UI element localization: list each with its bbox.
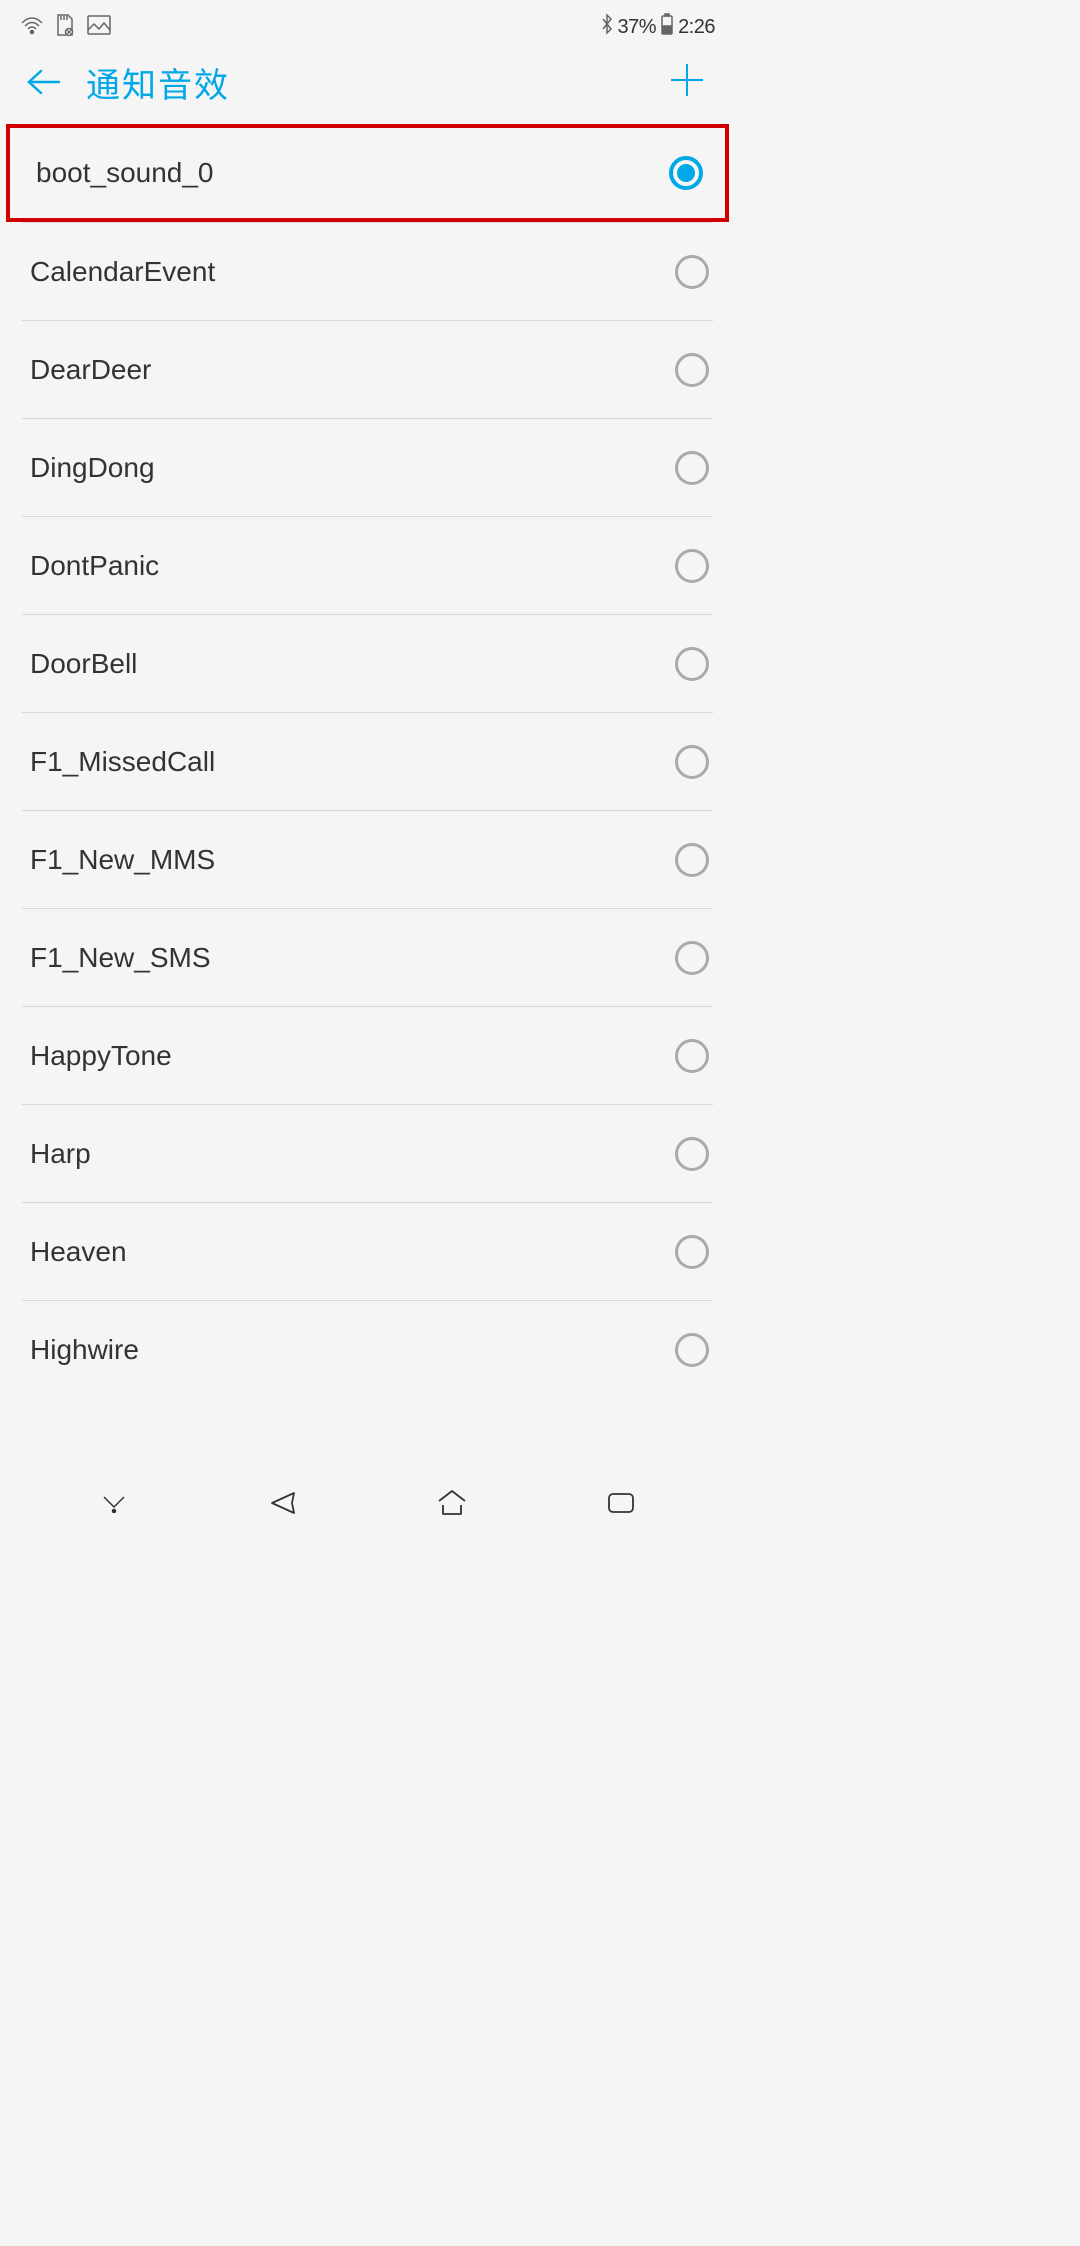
sound-item[interactable]: DontPanic [22, 516, 713, 614]
sound-item-label: DontPanic [30, 550, 159, 582]
bluetooth-icon [600, 13, 614, 41]
app-bar: 通知音效 [0, 52, 735, 112]
sound-item[interactable]: HappyTone [22, 1006, 713, 1104]
radio-button[interactable] [675, 1137, 709, 1171]
sound-item-label: HappyTone [30, 1040, 172, 1072]
sound-item-label: Heaven [30, 1236, 127, 1268]
sound-item[interactable]: DingDong [22, 418, 713, 516]
radio-button[interactable] [675, 549, 709, 583]
sound-item[interactable]: boot_sound_0 [6, 124, 729, 222]
sound-item-label: Highwire [30, 1334, 139, 1366]
radio-button[interactable] [669, 156, 703, 190]
sound-item-label: boot_sound_0 [36, 157, 214, 189]
wifi-icon [20, 15, 44, 40]
sound-item[interactable]: DearDeer [22, 320, 713, 418]
sound-item[interactable]: Harp [22, 1104, 713, 1202]
radio-button[interactable] [675, 255, 709, 289]
radio-button[interactable] [675, 353, 709, 387]
sound-item[interactable]: CalendarEvent [22, 222, 713, 320]
radio-button[interactable] [675, 745, 709, 779]
picture-icon [86, 14, 112, 41]
sound-item-label: F1_MissedCall [30, 746, 215, 778]
sound-item[interactable]: Highwire [22, 1300, 713, 1398]
sound-item[interactable]: Heaven [22, 1202, 713, 1300]
nav-home-button[interactable] [422, 1483, 482, 1523]
nav-back-button[interactable] [253, 1483, 313, 1523]
sound-list: boot_sound_0 CalendarEvent DearDeer DingDon… [0, 124, 735, 1398]
sound-item-label: F1_New_SMS [30, 942, 211, 974]
sound-item-label: DingDong [30, 452, 155, 484]
sound-item-label: F1_New_MMS [30, 844, 215, 876]
status-bar-left [20, 13, 112, 42]
sound-item-label: CalendarEvent [30, 256, 215, 288]
radio-button[interactable] [675, 1235, 709, 1269]
sound-item[interactable]: DoorBell [22, 614, 713, 712]
app-bar-left: 通知音效 [25, 58, 230, 107]
sound-item-label: DearDeer [30, 354, 151, 386]
navigation-bar [0, 1468, 735, 1538]
time-text: 2:26 [678, 16, 715, 39]
radio-button[interactable] [675, 941, 709, 975]
sound-item-label: Harp [30, 1138, 91, 1170]
status-bar: 37% 2:26 [0, 10, 735, 44]
status-bar-right: 37% 2:26 [600, 13, 715, 41]
nav-recent-button[interactable] [591, 1483, 651, 1523]
radio-button[interactable] [675, 843, 709, 877]
sound-item[interactable]: F1_MissedCall [22, 712, 713, 810]
sound-item[interactable]: F1_New_MMS [22, 810, 713, 908]
page-title: 通知音效 [86, 58, 230, 107]
sd-card-icon [54, 13, 76, 42]
radio-button[interactable] [675, 451, 709, 485]
nav-keyboard-hide-button[interactable] [84, 1483, 144, 1523]
radio-button[interactable] [675, 647, 709, 681]
back-button[interactable] [25, 67, 61, 97]
battery-text: 37% [618, 16, 657, 39]
radio-button[interactable] [675, 1039, 709, 1073]
sound-item-label: DoorBell [30, 648, 137, 680]
radio-button[interactable] [675, 1333, 709, 1367]
sound-item[interactable]: F1_New_SMS [22, 908, 713, 1006]
battery-icon [660, 13, 674, 41]
add-button[interactable] [669, 62, 705, 103]
